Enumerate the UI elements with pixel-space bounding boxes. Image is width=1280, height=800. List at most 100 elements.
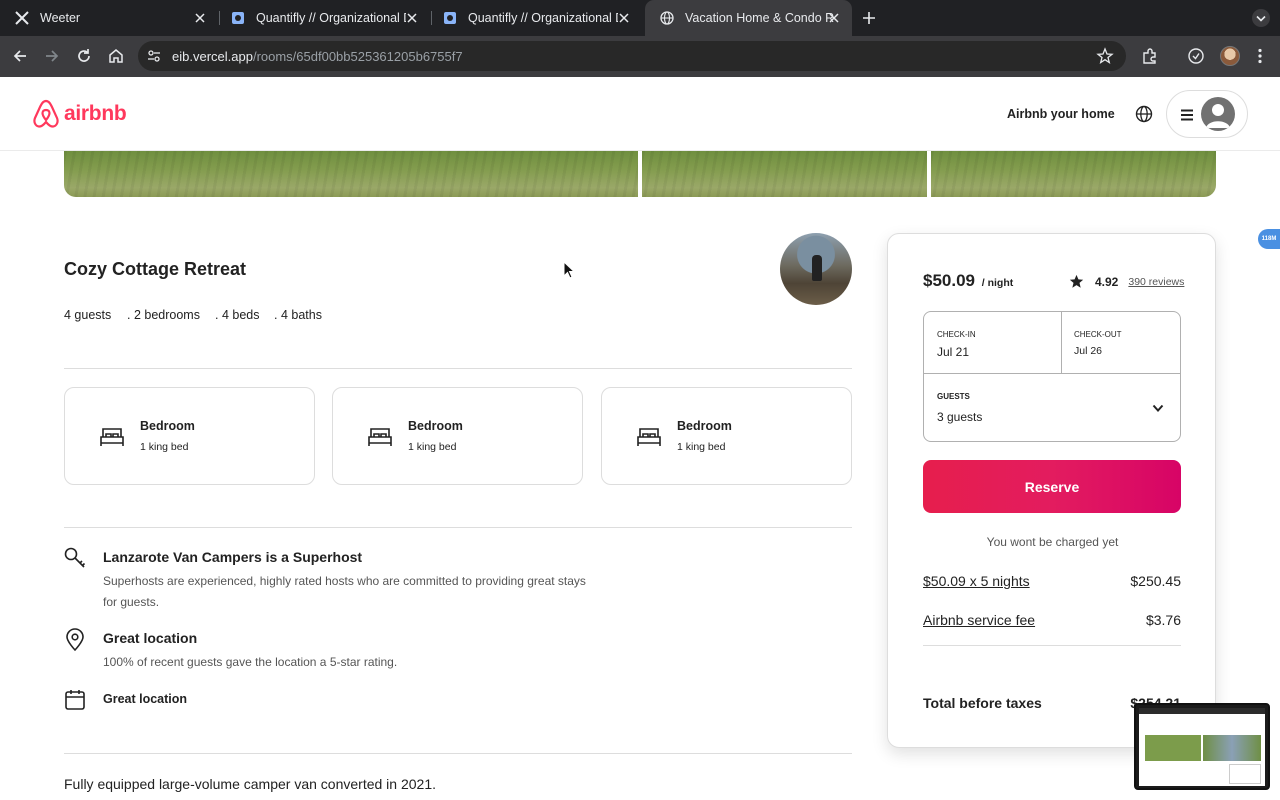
bed-icon (367, 426, 393, 448)
tab-search-chevron-icon[interactable] (1252, 9, 1270, 27)
url-path: /rooms/65df00bb525361205b6755f7 (252, 49, 463, 64)
feature-title: Great location (103, 630, 198, 646)
listing-photo[interactable] (642, 151, 927, 197)
close-tab-icon[interactable] (826, 10, 842, 26)
tab-title: Quantifly // Organizational Dia (468, 11, 618, 25)
home-icon[interactable] (106, 46, 126, 66)
bedroom-card: Bedroom 1 king bed (332, 387, 583, 485)
bed-icon (99, 426, 125, 448)
no-charge-note: You wont be charged yet (986, 535, 1119, 549)
url-text: eib.vercel.app/rooms/65df00bb525361205b6… (172, 49, 463, 64)
tab-title: Quantifly // Organizational Dia (256, 11, 406, 25)
key-icon (64, 547, 86, 571)
checkout-field[interactable]: CHECK-OUT Jul 26 (1062, 312, 1180, 373)
baths-count: . 4 baths (274, 308, 322, 322)
guests-dropdown[interactable]: GUESTS 3 guests (924, 374, 1180, 441)
new-tab-icon[interactable] (860, 9, 878, 27)
room-beds: 1 king bed (140, 441, 189, 453)
site-info-icon[interactable] (146, 48, 162, 64)
thumbnail-content (1139, 708, 1265, 786)
section-divider (64, 753, 852, 754)
user-menu-button[interactable] (1166, 90, 1248, 138)
tab-title: Vacation Home & Condo Rent (685, 11, 835, 25)
listing-photo[interactable] (931, 151, 1216, 197)
nights-line-item: $50.09 x 5 nights $250.45 (923, 573, 1181, 589)
guests-label: GUESTS (937, 392, 970, 401)
nightly-price: $50.09 / night (923, 271, 1013, 291)
globe-icon[interactable] (1135, 105, 1153, 123)
quantifly-favicon-icon (230, 10, 246, 26)
close-tab-icon[interactable] (192, 10, 208, 26)
x-logo-icon (14, 10, 30, 26)
service-fee-line-item: Airbnb service fee $3.76 (923, 612, 1181, 628)
hamburger-menu-icon (1179, 107, 1195, 123)
profile-avatar[interactable] (1220, 46, 1240, 66)
reload-icon[interactable] (74, 46, 94, 66)
logo-text: airbnb (64, 102, 127, 125)
checkout-label: CHECK-OUT (1074, 330, 1122, 339)
host-avatar[interactable] (780, 233, 852, 305)
bookmark-star-icon[interactable] (1096, 47, 1114, 65)
address-bar[interactable]: eib.vercel.app/rooms/65df00bb525361205b6… (138, 41, 1126, 71)
user-avatar-icon (1201, 97, 1235, 131)
tab-vacation-home[interactable]: Vacation Home & Condo Rent (645, 0, 852, 36)
tab-quantifly-1[interactable]: Quantifly // Organizational Dia (216, 0, 430, 36)
checkin-label: CHECK-IN (937, 330, 976, 339)
airbnb-your-home-link[interactable]: Airbnb your home (1007, 107, 1115, 121)
extension-shield-icon[interactable] (1186, 46, 1206, 66)
bedroom-card: Bedroom 1 king bed (601, 387, 852, 485)
price-amount: $50.09 (923, 271, 975, 290)
close-tab-icon[interactable] (404, 10, 420, 26)
room-name: Bedroom (408, 419, 463, 433)
reviews-link[interactable]: 390 reviews (1128, 276, 1184, 288)
close-tab-icon[interactable] (616, 10, 632, 26)
feature-title: Lanzarote Van Campers is a Superhost (103, 549, 363, 565)
browser-toolbar: eib.vercel.app/rooms/65df00bb525361205b6… (0, 36, 1280, 77)
per-night-label: / night (981, 277, 1014, 289)
listing-photo-main[interactable] (64, 151, 638, 197)
room-name: Bedroom (140, 419, 195, 433)
quantifly-favicon-icon (442, 10, 458, 26)
date-guest-selector: CHECK-IN Jul 21 CHECK-OUT Jul 26 GUESTS … (923, 311, 1181, 442)
total-label: Total before taxes (923, 695, 1042, 711)
booking-card: $50.09 / night 4.92 390 reviews CHECK-IN… (887, 233, 1216, 748)
beds-count: . 4 beds (215, 308, 260, 322)
screenshot-thumbnail-preview[interactable] (1134, 703, 1270, 790)
tab-quantifly-2[interactable]: Quantifly // Organizational Dia (428, 0, 642, 36)
browser-tab-bar: Weeter Quantifly // Organizational Dia Q… (0, 0, 1280, 36)
room-beds: 1 king bed (677, 441, 726, 453)
extension-floating-badge[interactable]: 118M (1258, 229, 1280, 249)
nights-breakdown-link[interactable]: $50.09 x 5 nights (923, 573, 1030, 589)
tab-title: Weeter (40, 11, 81, 25)
airbnb-belo-icon (33, 99, 59, 128)
guests-count: 4 guests (64, 308, 112, 322)
section-divider (64, 368, 852, 369)
star-icon (1069, 274, 1084, 289)
bedroom-card: Bedroom 1 king bed (64, 387, 315, 485)
bedrooms-count: . 2 bedrooms (127, 308, 200, 322)
service-fee-link[interactable]: Airbnb service fee (923, 612, 1035, 628)
feature-description: Superhosts are experienced, highly rated… (103, 574, 586, 609)
calendar-icon (64, 688, 86, 712)
extensions-puzzle-icon[interactable] (1140, 46, 1160, 66)
bed-icon (636, 426, 662, 448)
airbnb-logo[interactable]: airbnb (32, 99, 127, 129)
chevron-down-icon (1151, 401, 1165, 415)
guests-value: 3 guests (937, 410, 983, 424)
nights-amount: $250.45 (1130, 573, 1181, 589)
mouse-cursor-icon (563, 260, 576, 279)
feature-description: 100% of recent guests gave the location … (103, 655, 398, 669)
site-header: airbnb Airbnb your home (0, 77, 1280, 151)
section-divider (64, 527, 852, 528)
tab-weeter[interactable]: Weeter (0, 0, 218, 36)
checkin-field[interactable]: CHECK-IN Jul 21 (924, 312, 1061, 373)
service-fee-amount: $3.76 (1145, 612, 1181, 628)
rating-value: 4.92 (1095, 274, 1119, 289)
checkin-value: Jul 21 (937, 345, 970, 359)
reserve-button[interactable]: Reserve (923, 460, 1181, 513)
back-arrow-icon[interactable] (10, 46, 30, 66)
feature-title: Great location (103, 692, 188, 706)
forward-arrow-icon[interactable] (42, 46, 62, 66)
listing-title: Cozy Cottage Retreat (64, 259, 247, 279)
kebab-menu-icon[interactable] (1250, 46, 1270, 66)
